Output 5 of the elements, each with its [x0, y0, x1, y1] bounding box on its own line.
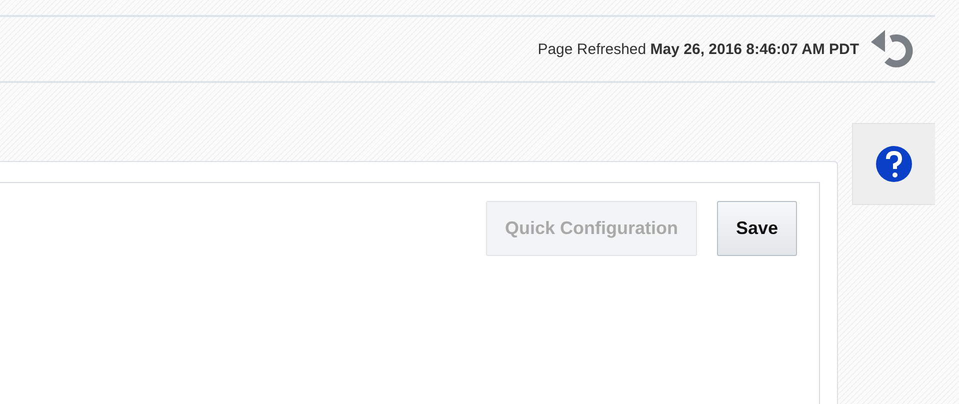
save-button[interactable]: Save — [716, 201, 797, 256]
refresh-icon[interactable] — [869, 30, 915, 68]
help-tab[interactable] — [852, 123, 935, 205]
help-icon[interactable] — [875, 145, 913, 183]
page-refreshed-status: Page Refreshed May 26, 2016 8:46:07 AM PDT — [538, 40, 859, 58]
